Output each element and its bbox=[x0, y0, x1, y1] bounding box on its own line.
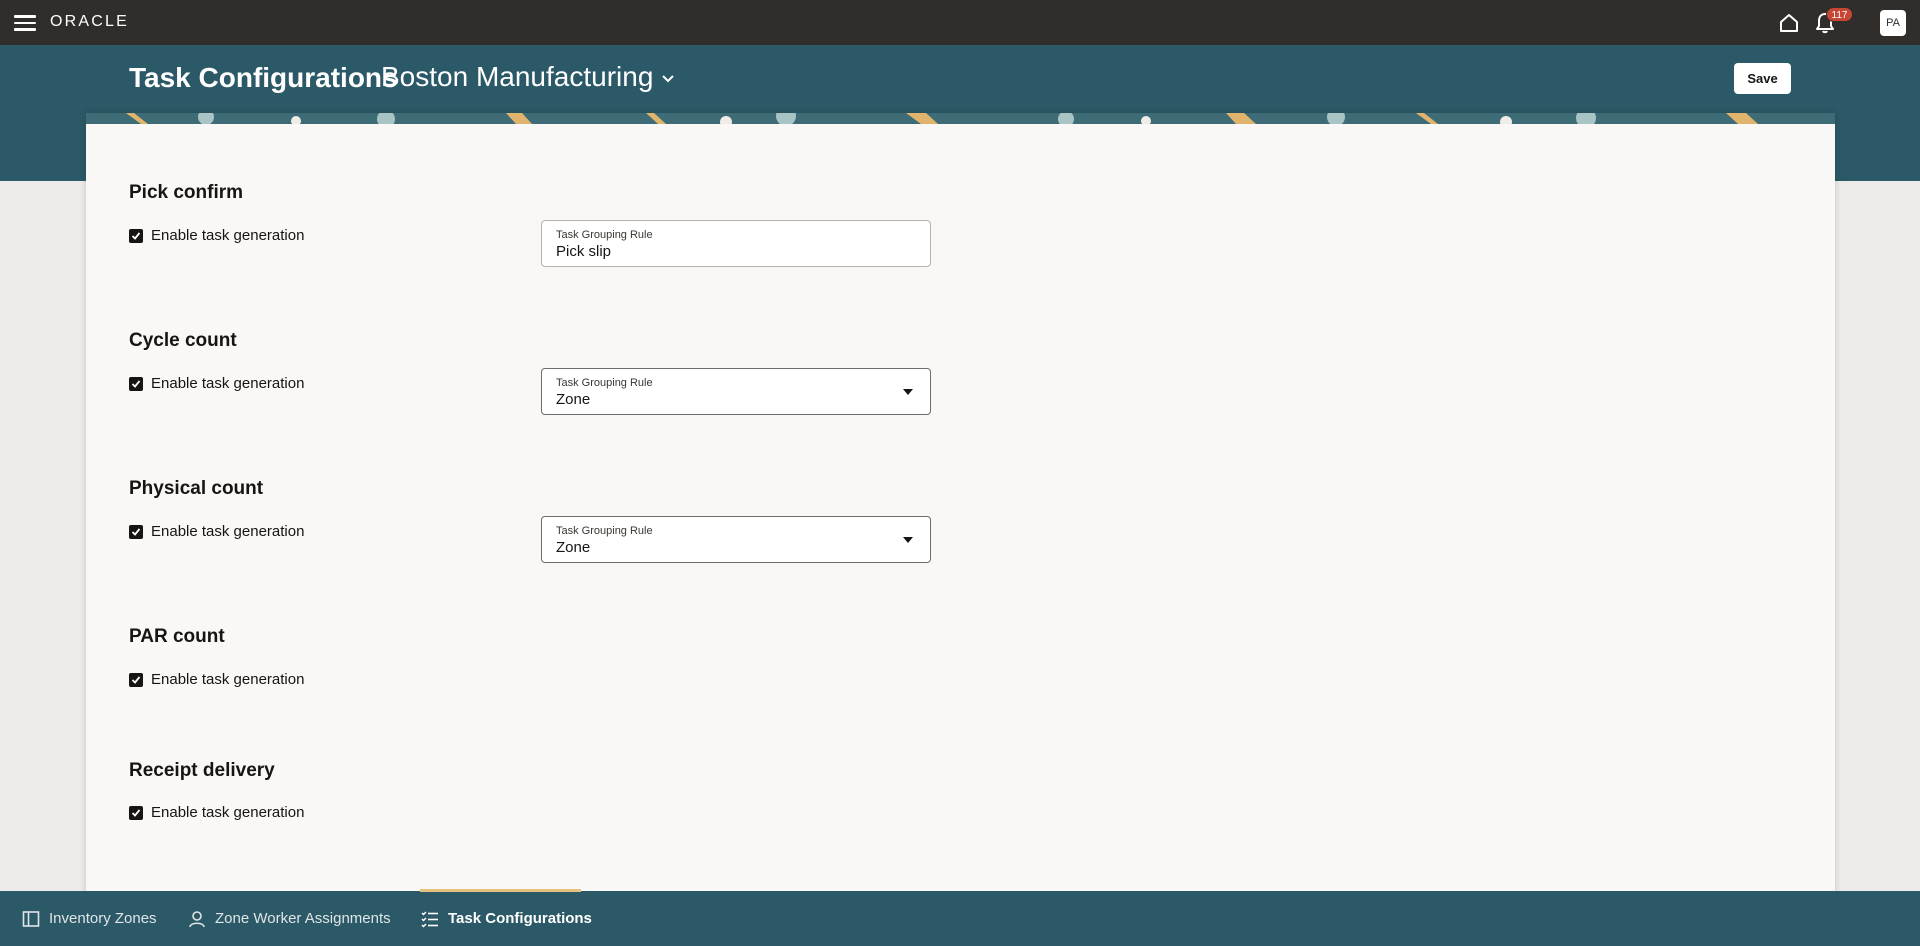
checkbox-label: Enable task generation bbox=[151, 671, 305, 688]
nav-tab-label: Zone Worker Assignments bbox=[215, 910, 391, 927]
hamburger-menu-icon[interactable] bbox=[14, 12, 36, 32]
checkbox-checked-icon[interactable] bbox=[129, 228, 143, 243]
section-title-physical-count: Physical count bbox=[129, 478, 264, 499]
checkbox-checked-icon[interactable] bbox=[129, 672, 143, 687]
global-header: ORACLE 117 PA bbox=[0, 0, 1920, 45]
enable-task-generation-checkbox-pick-confirm[interactable]: Enable task generation bbox=[129, 227, 304, 244]
nav-tab-inventory-zones[interactable]: Inventory Zones bbox=[22, 891, 157, 946]
task-grouping-rule-select-physical-count[interactable]: Task Grouping Rule Zone bbox=[541, 516, 931, 563]
zones-icon bbox=[22, 910, 40, 928]
section-title-receipt-delivery: Receipt delivery bbox=[129, 760, 275, 781]
notification-count-badge: 117 bbox=[1826, 7, 1853, 22]
active-tab-indicator bbox=[420, 889, 581, 892]
checklist-icon bbox=[421, 910, 439, 928]
checkbox-checked-icon[interactable] bbox=[129, 524, 143, 539]
enable-task-generation-checkbox-receipt-delivery[interactable]: Enable task generation bbox=[129, 804, 304, 821]
save-button[interactable]: Save bbox=[1734, 63, 1791, 94]
task-grouping-rule-select-cycle-count[interactable]: Task Grouping Rule Zone bbox=[541, 368, 931, 415]
decorative-banner-pattern bbox=[86, 113, 1835, 124]
nav-tab-label: Inventory Zones bbox=[49, 910, 157, 927]
enable-task-generation-checkbox-par-count[interactable]: Enable task generation bbox=[129, 671, 304, 688]
enable-task-generation-checkbox-physical-count[interactable]: Enable task generation bbox=[129, 523, 304, 540]
checkbox-label: Enable task generation bbox=[151, 523, 305, 540]
field-value: Zone bbox=[556, 391, 591, 408]
home-icon[interactable] bbox=[1776, 10, 1802, 36]
organization-name: Boston Manufacturing bbox=[381, 61, 654, 92]
task-grouping-rule-field-pick-confirm[interactable]: Task Grouping Rule Pick slip bbox=[541, 220, 931, 267]
task-configurations-card: Pick confirm Enable task generation Task… bbox=[86, 113, 1835, 893]
field-label: Task Grouping Rule bbox=[556, 525, 653, 537]
caret-down-icon bbox=[903, 537, 913, 543]
enable-task-generation-checkbox-cycle-count[interactable]: Enable task generation bbox=[129, 375, 304, 392]
field-label: Task Grouping Rule bbox=[556, 229, 653, 241]
checkbox-checked-icon[interactable] bbox=[129, 376, 143, 391]
bottom-navigation-bar: Inventory Zones Zone Worker Assignments … bbox=[0, 891, 1920, 946]
nav-tab-zone-worker-assignments[interactable]: Zone Worker Assignments bbox=[188, 891, 391, 946]
checkbox-checked-icon[interactable] bbox=[129, 805, 143, 820]
field-value: Zone bbox=[556, 539, 591, 556]
checkbox-label: Enable task generation bbox=[151, 227, 305, 244]
checkbox-label: Enable task generation bbox=[151, 804, 305, 821]
field-label: Task Grouping Rule bbox=[556, 377, 653, 389]
caret-down-icon bbox=[903, 389, 913, 395]
nav-tab-label: Task Configurations bbox=[448, 910, 592, 927]
user-avatar[interactable]: PA bbox=[1880, 10, 1906, 36]
person-icon bbox=[188, 910, 206, 928]
chevron-down-icon bbox=[662, 75, 675, 83]
nav-tab-task-configurations[interactable]: Task Configurations bbox=[421, 891, 592, 946]
organization-selector[interactable]: Boston Manufacturing bbox=[381, 61, 675, 93]
section-title-par-count: PAR count bbox=[129, 626, 225, 647]
field-value: Pick slip bbox=[556, 243, 612, 260]
oracle-logo[interactable]: ORACLE bbox=[50, 13, 129, 31]
page-title: Task Configurations bbox=[129, 62, 398, 93]
section-title-pick-confirm: Pick confirm bbox=[129, 182, 244, 203]
checkbox-label: Enable task generation bbox=[151, 375, 305, 392]
section-title-cycle-count: Cycle count bbox=[129, 330, 237, 351]
